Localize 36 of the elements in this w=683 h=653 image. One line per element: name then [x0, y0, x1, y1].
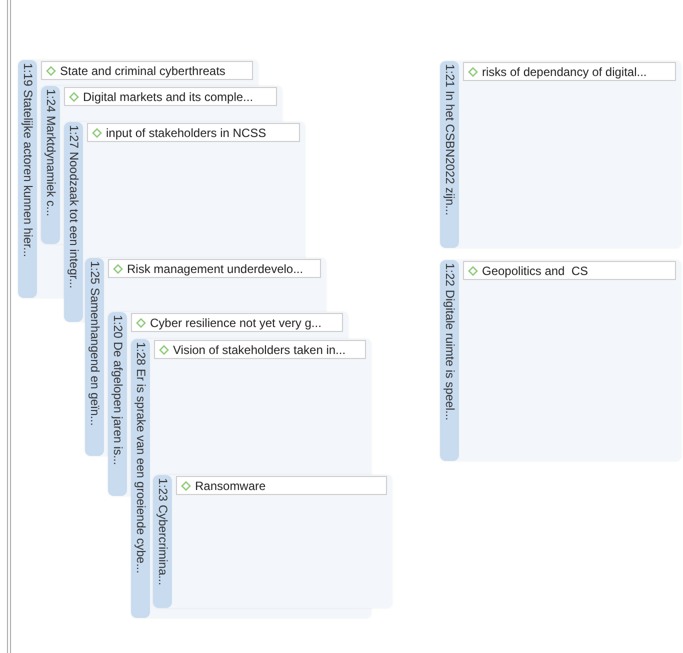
- diamond-icon: [159, 344, 169, 354]
- code-label[interactable]: Geopolitics and CS: [463, 261, 676, 280]
- code-label[interactable]: Vision of stakeholders taken in...: [154, 340, 366, 359]
- quotation-tab[interactable]: 1:19 Statelijke actoren kunnen hier...: [18, 60, 37, 298]
- code-label[interactable]: risks of dependancy of digital...: [463, 62, 676, 81]
- code-name: State and criminal cyberthreats: [60, 64, 226, 78]
- code-name: Geopolitics and CS: [482, 264, 588, 278]
- diamond-icon: [468, 266, 478, 276]
- code-label[interactable]: Ransomware: [176, 476, 387, 495]
- quotation-tab[interactable]: 1:23 Cybercrimina...: [153, 475, 172, 608]
- quotation-tab[interactable]: 1:27 Noodzaak tot een integr...: [64, 122, 83, 322]
- diamond-icon: [468, 66, 478, 76]
- quotation-tab[interactable]: 1:25 Samenhangend en geïn...: [85, 258, 104, 456]
- code-label[interactable]: Risk management underdevelo...: [108, 259, 321, 278]
- code-label[interactable]: Cyber resilience not yet very g...: [131, 313, 343, 332]
- code-name: Vision of stakeholders taken in...: [173, 342, 346, 356]
- quotation-tab[interactable]: 1:20 De afgelopen jaren is...: [108, 312, 127, 496]
- code-label[interactable]: input of stakeholders in NCSS: [87, 123, 300, 142]
- diamond-icon: [136, 318, 146, 328]
- code-name: Risk management underdevelo...: [127, 262, 304, 276]
- diamond-icon: [181, 480, 191, 490]
- diamond-icon: [69, 92, 79, 102]
- diamond-icon: [46, 66, 56, 76]
- quotation-tab[interactable]: 1:24 Marktdynamiek c...: [41, 86, 60, 244]
- code-name: Digital markets and its comple...: [83, 90, 254, 104]
- diamond-icon: [92, 128, 102, 138]
- code-name: input of stakeholders in NCSS: [106, 126, 266, 140]
- quotation-tab[interactable]: 1:21 In het CSBN2022 zijn...: [440, 61, 459, 248]
- code-name: Ransomware: [195, 478, 266, 492]
- code-name: Cyber resilience not yet very g...: [150, 316, 322, 330]
- quotation-tab[interactable]: 1:22 Digitale ruimte is speel...: [440, 260, 459, 461]
- quotation-tab[interactable]: 1:28 Er is sprake van een groeiende cybe...: [131, 339, 150, 618]
- code-label[interactable]: Digital markets and its comple...: [64, 87, 277, 106]
- code-label[interactable]: State and criminal cyberthreats: [41, 61, 253, 80]
- diamond-icon: [113, 264, 123, 274]
- code-name: risks of dependancy of digital...: [482, 64, 647, 78]
